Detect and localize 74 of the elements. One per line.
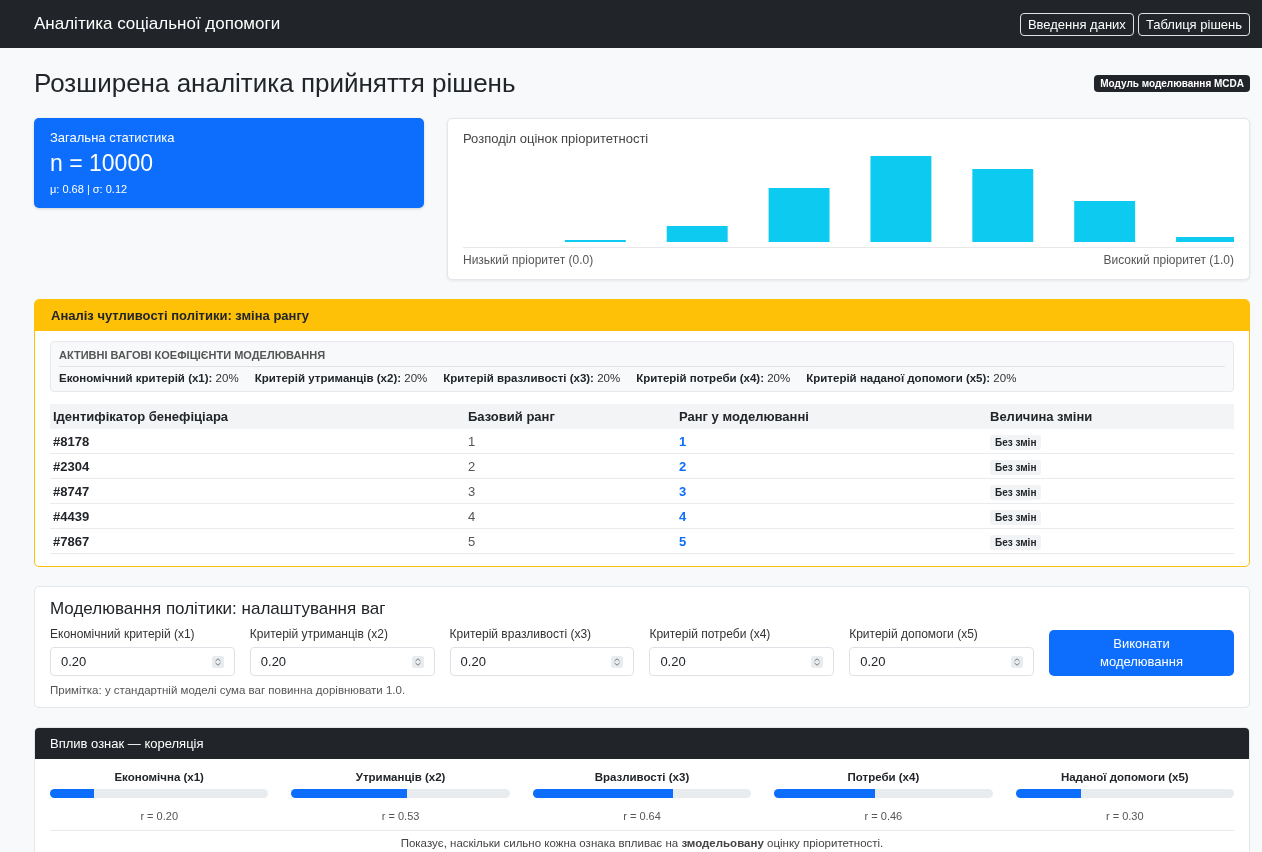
field-label: Економічний критерій (x1) bbox=[50, 627, 196, 641]
input-field[interactable]: 0.20 bbox=[849, 647, 1034, 676]
field-label: Критерій вразливості (x3) bbox=[449, 627, 593, 641]
change-badge: Без змін bbox=[990, 459, 1042, 475]
field-label: Критерій потреби (x4) bbox=[649, 627, 772, 641]
input-field[interactable]: 0.20 bbox=[649, 647, 835, 676]
table-cell: #7867 bbox=[50, 528, 465, 554]
histogram-bar bbox=[768, 188, 830, 242]
input-field[interactable]: 0.20 bbox=[449, 647, 635, 676]
field-label: Критерій допомоги (x5) bbox=[849, 627, 979, 641]
correlation-value: r = 0.64 bbox=[622, 810, 662, 822]
footnote-text: Показує, наскільки сильно кожна ознака впливає на змодельовану оцінку пріоритетності. bbox=[399, 837, 885, 849]
table-cell: 5 bbox=[465, 528, 676, 554]
table-cell: 1 bbox=[676, 429, 987, 454]
chart-title: Розподіл оцінок пріоритетності bbox=[463, 131, 650, 146]
axis-label: Високий пріоритет (1.0) bbox=[1103, 253, 1234, 267]
correlation-value: r = 0.30 bbox=[1105, 810, 1145, 822]
correlation-value: r = 0.53 bbox=[380, 810, 421, 822]
correlation-value: r = 0.46 bbox=[863, 810, 904, 822]
column-header: Величина зміни bbox=[987, 404, 1234, 429]
change-badge: Без змін bbox=[990, 509, 1042, 525]
spinner-icon[interactable] bbox=[1011, 656, 1023, 668]
histogram-bar bbox=[666, 226, 728, 242]
card-header: Вплив ознак — кореляція bbox=[35, 728, 1249, 759]
section-title: Моделювання політики: налаштування ваг bbox=[50, 599, 387, 619]
field-label: Критерій утриманців (x2) bbox=[249, 627, 389, 641]
column-header: Ідентифікатор бенефіціара bbox=[50, 404, 465, 429]
weight-item: Критерій вразливості (x3): 20% bbox=[443, 372, 621, 384]
feature-name: Наданої допомоги (x5) bbox=[1059, 771, 1190, 783]
change-badge: Без змін bbox=[990, 434, 1042, 450]
correlation-value: r = 0.20 bbox=[139, 810, 179, 822]
table-cell: 2 bbox=[676, 453, 987, 479]
run-simulation-button[interactable]: Виконати моделювання bbox=[1049, 630, 1234, 676]
column-header: Базовий ранг bbox=[465, 404, 676, 429]
table-cell: 3 bbox=[676, 478, 987, 504]
weight-item: Економічний критерій (x1): 20% bbox=[59, 372, 239, 384]
feature-name: Вразливості (x3) bbox=[593, 771, 691, 783]
weight-item: Критерій потреби (x4): 20% bbox=[636, 372, 791, 384]
change-badge: Без змін bbox=[990, 534, 1042, 550]
table-cell: 5 bbox=[676, 528, 987, 554]
table-cell: 4 bbox=[676, 503, 987, 529]
input-field[interactable]: 0.20 bbox=[249, 647, 435, 676]
module-badge: Модуль моделювання MCDA bbox=[1094, 74, 1250, 92]
table-cell: #4439 bbox=[50, 503, 465, 529]
weight-item: Критерій наданої допомоги (x5): 20% bbox=[806, 372, 1017, 384]
input-field[interactable]: 0.20 bbox=[50, 647, 235, 676]
change-badge: Без змін bbox=[990, 484, 1042, 500]
card-header: Аналіз чутливості політики: зміна рангу bbox=[35, 300, 1249, 331]
histogram-bar bbox=[1074, 201, 1136, 242]
table-cell: 4 bbox=[465, 503, 676, 529]
summary-text: μ: 0.68 | σ: 0.12 bbox=[50, 183, 129, 195]
feature-name: Утриманців (x2) bbox=[354, 771, 447, 783]
nav-button[interactable]: Таблиця рішень bbox=[1137, 12, 1250, 36]
spinner-icon[interactable] bbox=[811, 656, 824, 668]
card-title: Загальна статистика bbox=[50, 130, 176, 145]
table-cell: #8178 bbox=[50, 429, 465, 454]
feature-name: Економічна (x1) bbox=[113, 771, 205, 783]
brand-title[interactable]: Аналітика соціальної допомоги bbox=[34, 14, 281, 34]
spinner-icon[interactable] bbox=[611, 656, 624, 668]
table-cell: #2304 bbox=[50, 453, 465, 479]
note-text: Примітка: у стандартній моделі сума ваг повинна дорівнювати 1.0. bbox=[50, 684, 407, 696]
panel-title: АКТИВНІ ВАГОВІ КОЕФІЦІЄНТИ МОДЕЛЮВАННЯ bbox=[59, 349, 1225, 367]
table-cell: 2 bbox=[465, 453, 676, 479]
nav-button[interactable]: Введення даних bbox=[1019, 12, 1134, 36]
weight-item: Критерій утриманців (x2): 20% bbox=[254, 372, 428, 384]
histogram-bar bbox=[1176, 237, 1234, 242]
table-cell: #8747 bbox=[50, 478, 465, 504]
feature-name: Потреби (x4) bbox=[846, 771, 921, 783]
axis-label: Низький пріоритет (0.0) bbox=[463, 253, 594, 267]
column-header: Ранг у моделюванні bbox=[676, 404, 987, 429]
sample-size: n = 10000 bbox=[50, 150, 154, 177]
table-cell: 1 bbox=[465, 429, 676, 454]
page-title: Розширена аналітика прийняття рішень bbox=[34, 67, 516, 99]
table-cell: 3 bbox=[465, 478, 676, 504]
